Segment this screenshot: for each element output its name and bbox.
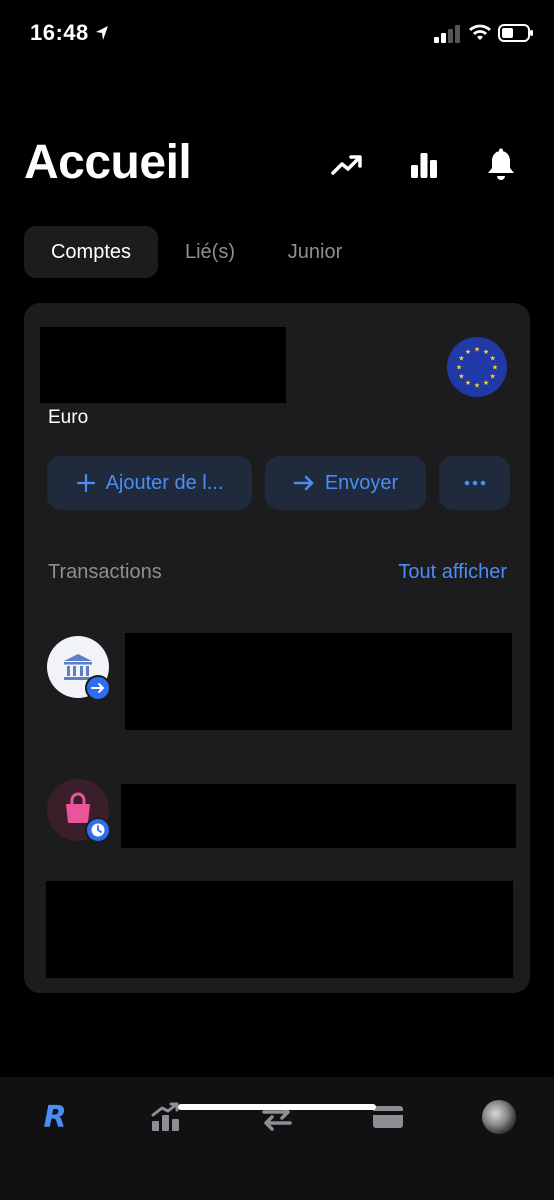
nav-transfer[interactable] [257, 1097, 297, 1137]
bar-chart-icon[interactable] [407, 148, 441, 182]
arrow-right-icon [293, 475, 314, 491]
transfer-badge-icon [85, 675, 111, 701]
bell-icon[interactable] [484, 148, 518, 182]
pending-clock-icon [85, 817, 111, 843]
eu-star: ★ [458, 373, 464, 381]
tab-junior[interactable]: Junior [262, 226, 368, 278]
battery-icon [498, 24, 533, 42]
tab-comptes[interactable]: Comptes [24, 226, 158, 278]
eu-star: ★ [483, 348, 489, 356]
card-icon [373, 1106, 403, 1128]
wifi-icon [469, 24, 491, 40]
revolut-logo: R [43, 1099, 67, 1135]
eu-star: ★ [458, 355, 464, 363]
eu-star: ★ [483, 379, 489, 387]
account-actions: Ajouter de l... Envoyer [47, 456, 510, 510]
eu-star: ★ [456, 364, 462, 372]
send-label: Envoyer [324, 471, 399, 494]
eu-star: ★ [489, 355, 495, 363]
transactions-header: Transactions Tout afficher [48, 561, 507, 584]
nav-home[interactable]: R [35, 1097, 75, 1137]
see-all-link[interactable]: Tout afficher [398, 561, 507, 584]
redacted-transaction-3[interactable] [46, 881, 513, 978]
signal-icon [434, 25, 460, 43]
trend-up-icon[interactable] [330, 148, 364, 182]
redacted-balance [40, 327, 286, 403]
profile-avatar [482, 1100, 516, 1134]
eu-star: ★ [465, 348, 471, 356]
page-title: Accueil [24, 136, 192, 189]
add-money-button[interactable]: Ajouter de l... [47, 456, 252, 510]
send-button[interactable]: Envoyer [265, 456, 426, 510]
account-currency: Euro [48, 407, 89, 428]
status-bar: 16:48 [0, 0, 554, 70]
eu-star: ★ [465, 379, 471, 387]
status-time: 16:48 [30, 20, 89, 45]
home-indicator [178, 1104, 376, 1110]
eu-star: ★ [492, 364, 498, 372]
account-card[interactable]: Euro ★ ★ ★ ★ ★ ★ ★ ★ ★ ★ ★ ★ Ajouter de l... Envoye… [24, 303, 530, 993]
nav-cards[interactable] [368, 1097, 408, 1137]
plus-icon [76, 473, 95, 493]
redacted-transaction-2[interactable] [121, 784, 516, 848]
transactions-title: Transactions [48, 561, 162, 583]
tab-lies[interactable]: Lié(s) [158, 226, 262, 278]
redacted-transaction-1[interactable] [125, 633, 512, 730]
more-icon [464, 480, 485, 486]
nav-invest[interactable] [146, 1097, 186, 1137]
eu-star: ★ [474, 346, 480, 354]
more-button[interactable] [439, 456, 510, 510]
eu-star: ★ [474, 382, 480, 390]
add-money-label: Ajouter de l... [105, 471, 224, 494]
account-tabs: Comptes Lié(s) Junior [24, 226, 368, 278]
eu-star: ★ [489, 373, 495, 381]
location-arrow-icon [96, 26, 108, 40]
eu-flag-icon: ★ ★★★★★★★★★★★ [447, 337, 507, 397]
bottom-nav: R [0, 1077, 554, 1200]
nav-profile[interactable] [479, 1097, 519, 1137]
